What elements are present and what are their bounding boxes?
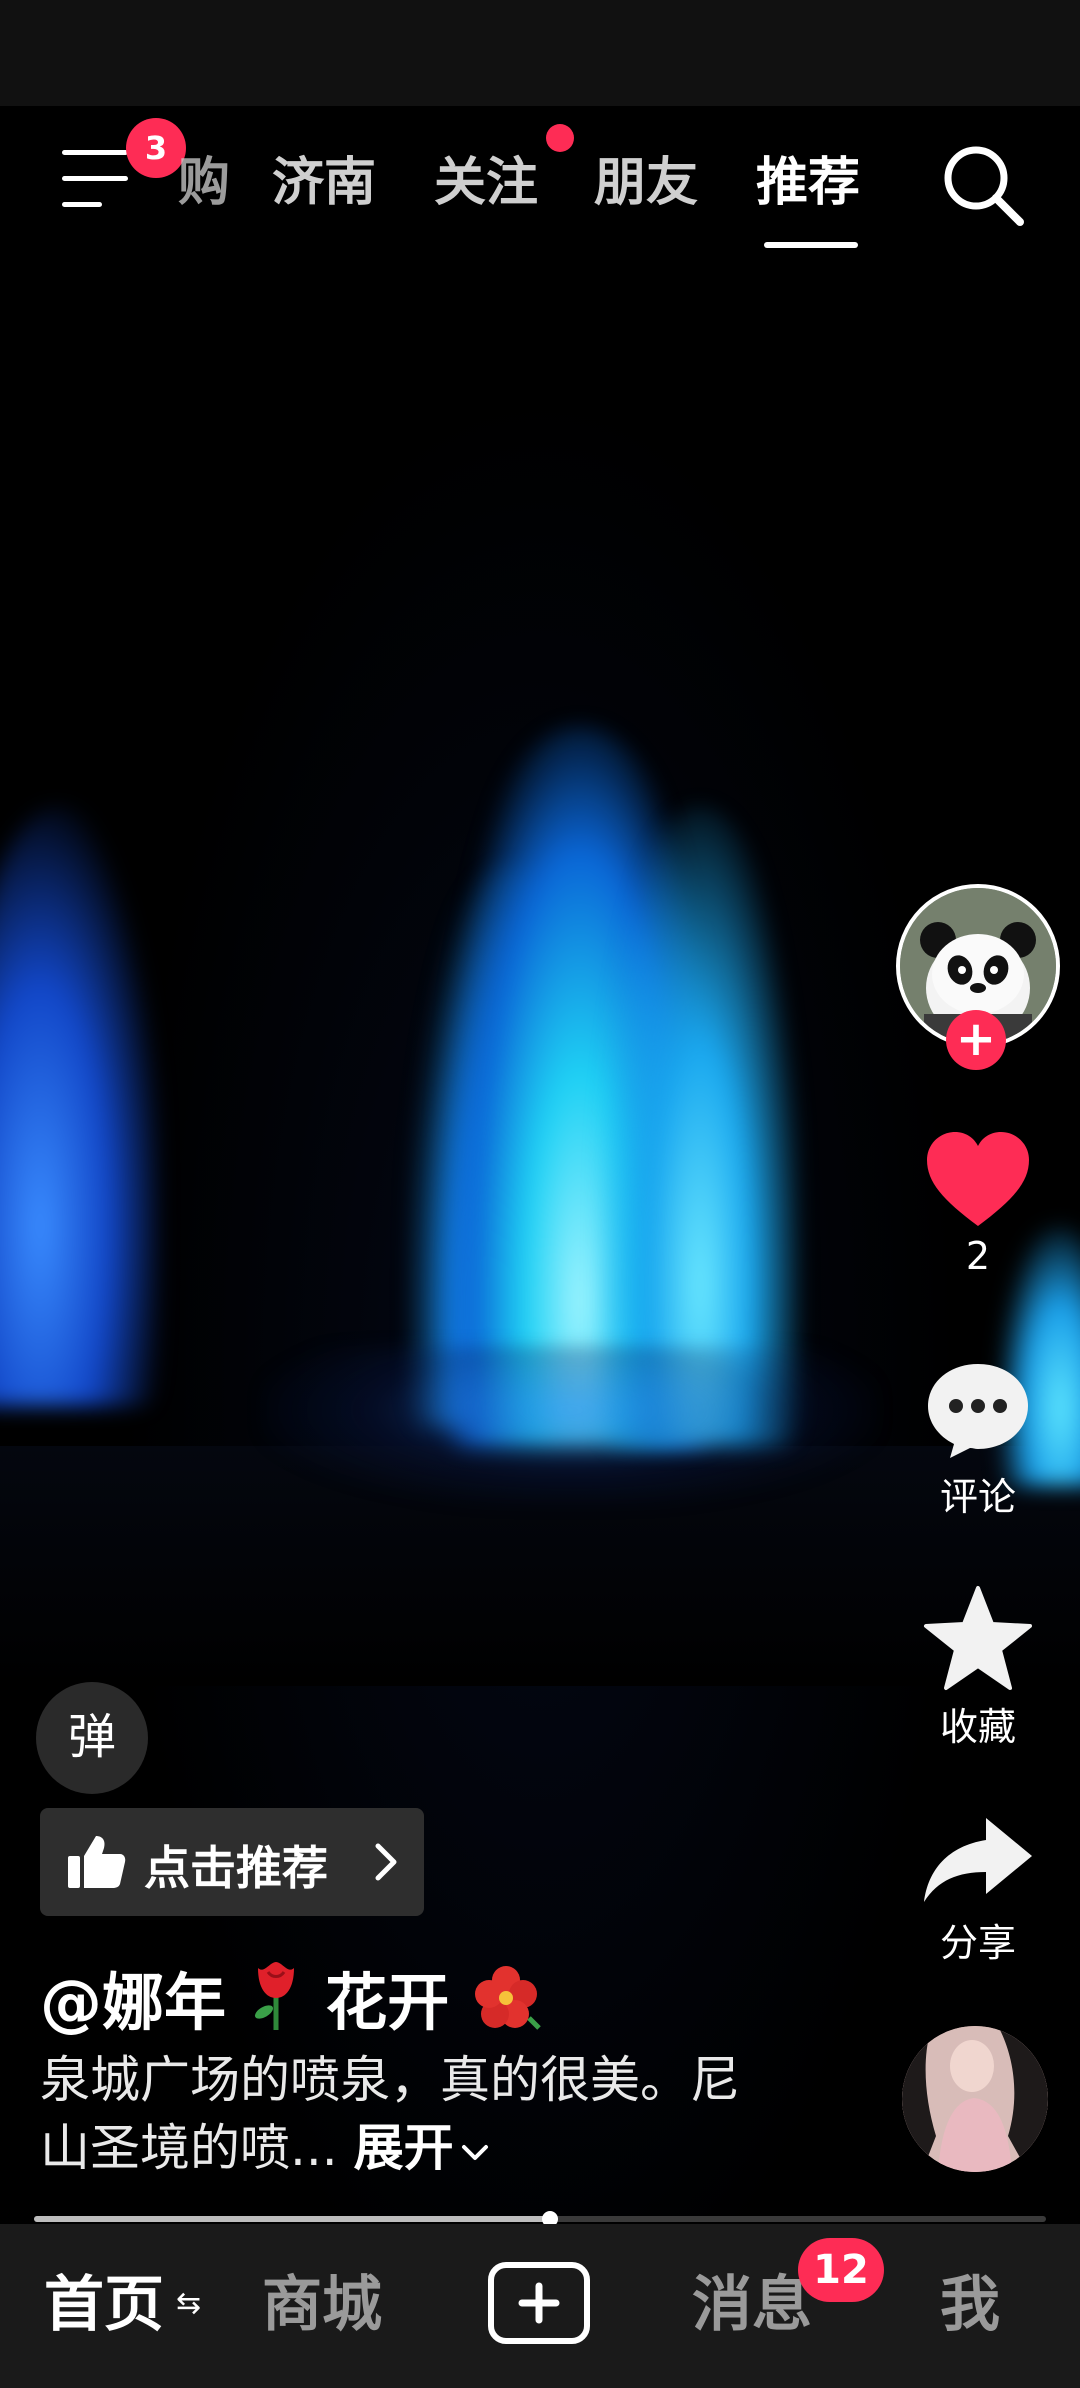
thumbs-up-icon: [68, 1836, 126, 1888]
tab-shopping[interactable]: 购: [178, 150, 230, 216]
nav-messages[interactable]: 消息: [692, 2268, 812, 2342]
author-name-prefix: @娜年: [40, 1966, 227, 2039]
heart-icon: [927, 1132, 1029, 1226]
comment-label: 评论: [939, 1475, 1016, 1519]
following-new-dot: [546, 124, 574, 152]
danmu-toggle-button[interactable]: 弹: [36, 1682, 148, 1794]
comment-icon: [928, 1364, 1028, 1458]
menu-badge: 3: [126, 118, 186, 178]
status-bar: [0, 0, 1080, 106]
fountain-jet-left: [0, 806, 160, 1406]
nav-home[interactable]: 首页: [44, 2268, 164, 2342]
like-button[interactable]: 2: [898, 1130, 1058, 1278]
fountain-pool: [260, 1346, 880, 1506]
expand-button[interactable]: 展开: [354, 2119, 490, 2177]
share-button[interactable]: 分享: [898, 1812, 1058, 1967]
follow-button[interactable]: +: [946, 1010, 1006, 1070]
expand-label: 展开: [353, 2119, 454, 2177]
recommend-label: 点击推荐: [144, 1841, 328, 1895]
active-tab-indicator: [764, 242, 858, 248]
menu-icon-line: [62, 202, 102, 207]
search-icon[interactable]: [938, 140, 1028, 230]
video-description[interactable]: 泉城广场的喷泉，真的很美。尼山圣境的喷... 展开: [40, 2046, 740, 2182]
like-count: 2: [965, 1234, 991, 1278]
music-disc[interactable]: [902, 2026, 1048, 2172]
menu-button[interactable]: [62, 150, 128, 208]
hibiscus-icon: [474, 1966, 541, 2030]
video-progress-bar[interactable]: [34, 2211, 1046, 2227]
tab-friends[interactable]: 朋友: [594, 150, 698, 216]
author-name-suffix: 花开: [325, 1966, 450, 2039]
star-icon: [924, 1586, 1032, 1690]
bottom-nav: 首页 ⇆ 商城 消息 12 我: [0, 2224, 1080, 2388]
rose-icon: [254, 1962, 294, 2030]
nav-me[interactable]: 我: [940, 2268, 1000, 2342]
author-name[interactable]: @娜年 花开: [40, 1952, 541, 2042]
messages-badge: 12: [798, 2238, 884, 2302]
danmu-label: 弹: [67, 1709, 116, 1765]
tab-following[interactable]: 关注: [434, 150, 538, 216]
create-button[interactable]: [488, 2262, 590, 2344]
video-progress-fill: [34, 2216, 551, 2222]
favorite-button[interactable]: 收藏: [898, 1584, 1058, 1751]
swap-icon[interactable]: ⇆: [176, 2286, 201, 2321]
recommend-button[interactable]: 点击推荐: [40, 1808, 424, 1916]
plus-icon: [518, 2282, 560, 2324]
share-arrow-icon: [924, 1818, 1032, 1902]
nav-mall[interactable]: 商城: [262, 2268, 382, 2342]
comment-button[interactable]: 评论: [898, 1358, 1058, 1521]
tab-recommend[interactable]: 推荐: [756, 150, 860, 216]
share-label: 分享: [939, 1921, 1016, 1965]
music-cover-image: [902, 2026, 1048, 2172]
favorite-label: 收藏: [939, 1705, 1016, 1749]
chevron-right-icon: [375, 1843, 397, 1881]
tab-jinan[interactable]: 济南: [272, 150, 376, 216]
menu-icon: [62, 150, 128, 155]
chevron-down-icon: [461, 2145, 488, 2160]
menu-icon-line: [62, 176, 128, 181]
